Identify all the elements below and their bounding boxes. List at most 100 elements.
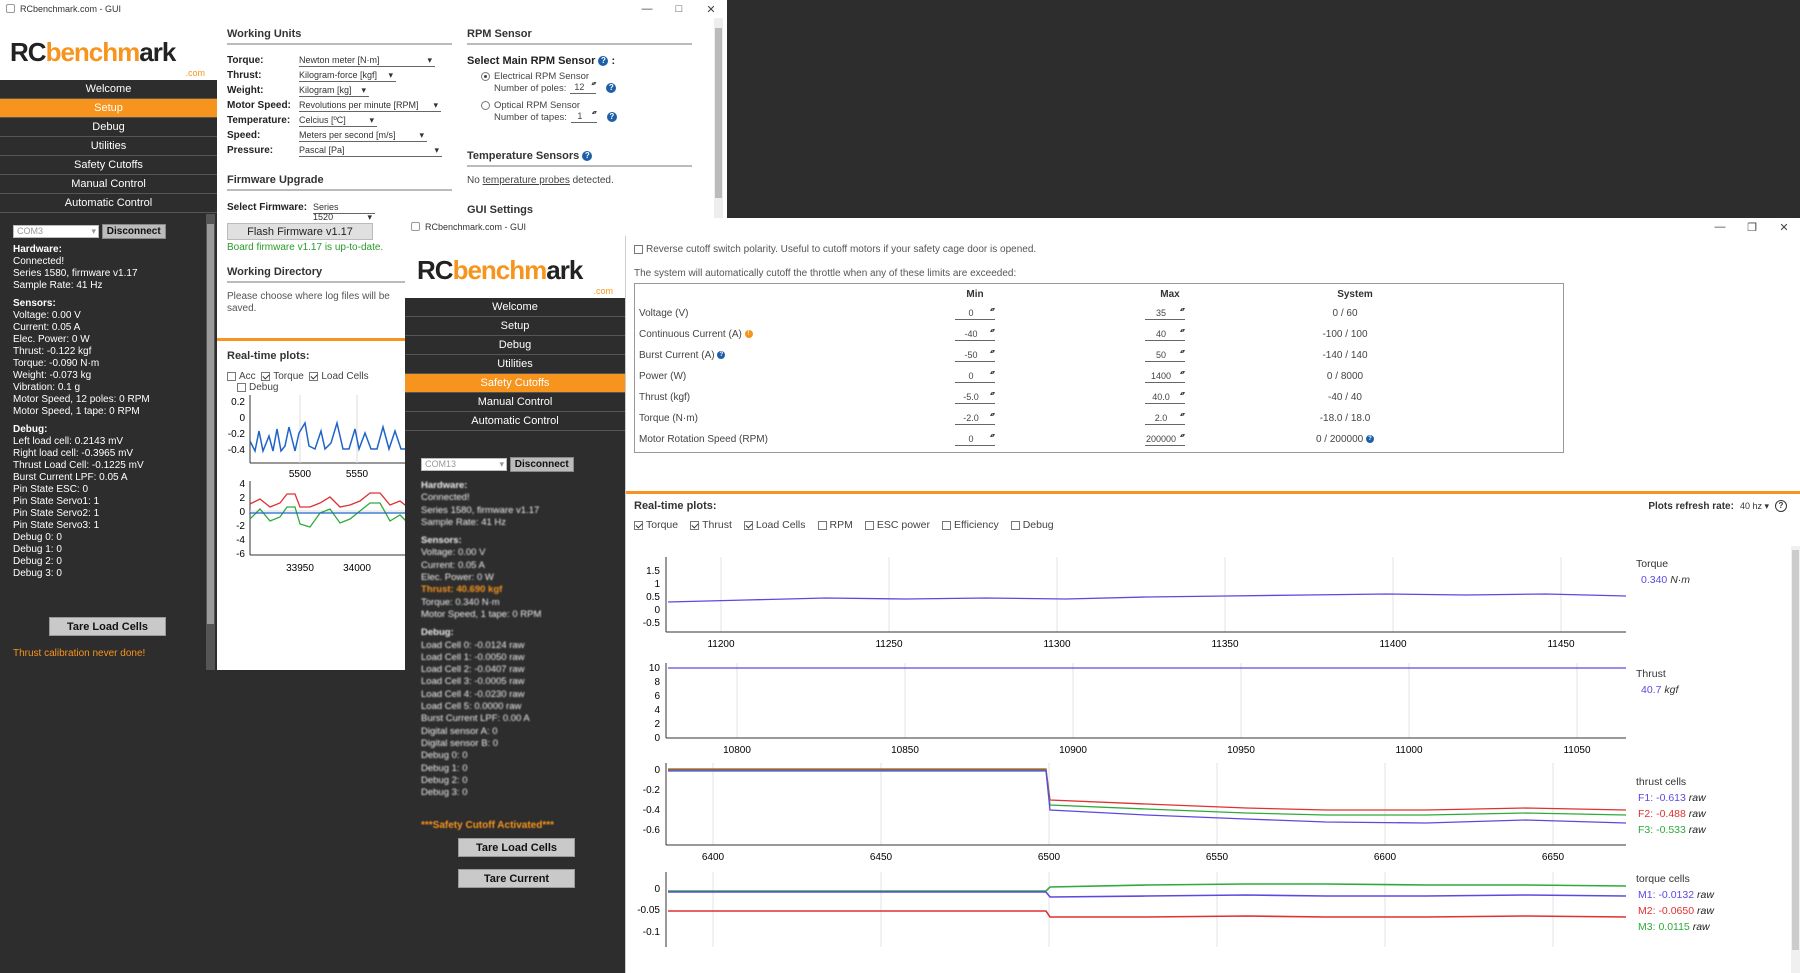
nav-automatic-control[interactable]: Automatic Control <box>0 194 217 213</box>
nav-utilities[interactable]: Utilities <box>405 355 625 374</box>
nav-safety-cutoffs[interactable]: Safety Cutoffs <box>0 156 217 175</box>
minimize-icon[interactable]: — <box>631 0 663 18</box>
y-tick: -0.4 <box>228 445 246 456</box>
pressure-unit-select[interactable]: Pascal [Pa] ▾ <box>299 145 442 157</box>
f1-line <box>668 770 1626 824</box>
thrust-checkbox[interactable]: Thrust <box>690 519 732 531</box>
help-icon[interactable]: ? <box>598 56 609 67</box>
port-select[interactable]: COM13 ▾ <box>421 458 507 471</box>
tare-load-cells-button[interactable]: Tare Load Cells <box>458 838 575 857</box>
weight-unit-select[interactable]: Kilogram [kg] ▾ <box>299 85 369 97</box>
thrust-unit-select[interactable]: Kilogram-force [kgf] ▾ <box>299 70 396 82</box>
nav-safety-cutoffs[interactable]: Safety Cutoffs <box>405 374 625 393</box>
temperature-unit-select[interactable]: Celcius [ºC] ▾ <box>299 115 377 127</box>
tapes-spinner[interactable]: 1 <box>570 110 597 123</box>
cutoff-min-spinner[interactable]: -2.0 <box>955 412 995 425</box>
acc-checkbox[interactable]: Acc <box>227 371 256 382</box>
cutoff-min-spinner[interactable]: 0 <box>955 433 995 446</box>
nav-manual-control[interactable]: Manual Control <box>405 393 625 412</box>
help-icon[interactable]: ? <box>582 151 593 162</box>
reverse-polarity-option[interactable]: Reverse cutoff switch polarity. Useful t… <box>634 244 1036 255</box>
cutoff-max-spinner[interactable]: 2.0 <box>1145 412 1185 425</box>
x-tick: 6650 <box>1542 852 1565 863</box>
close-icon[interactable]: ✕ <box>1768 218 1800 236</box>
minimize-icon[interactable]: — <box>1704 218 1736 236</box>
nav-setup[interactable]: Setup <box>0 99 217 118</box>
cutoff-min-spinner[interactable]: 0 <box>955 370 995 383</box>
x-tick: 11250 <box>875 639 903 650</box>
safety-content: Reverse cutoff switch polarity. Useful t… <box>625 236 1800 973</box>
nav-automatic-control[interactable]: Automatic Control <box>405 412 625 431</box>
cutoff-min-spinner[interactable]: 0 <box>955 307 995 320</box>
y-tick: 1.5 <box>646 566 660 577</box>
help-icon[interactable]: ? <box>717 351 726 360</box>
esc-power-checkbox[interactable]: ESC power <box>864 519 930 531</box>
info-icon[interactable]: ? <box>1775 500 1787 512</box>
y-tick: -0.2 <box>228 429 246 440</box>
workdir-text: Please choose where log files will be sa… <box>227 291 390 314</box>
motor-speed-unit-select[interactable]: Revolutions per minute [RPM] ▾ <box>299 100 441 112</box>
cutoff-row: Power (W) 0 1400 0 / 8000 <box>635 366 1565 387</box>
content-scrollbar[interactable] <box>714 18 723 218</box>
close-icon[interactable]: ✕ <box>695 0 727 18</box>
flash-firmware-button[interactable]: Flash Firmware v1.17 <box>227 223 373 240</box>
cutoff-max-spinner[interactable]: 200000 <box>1145 433 1185 446</box>
port-select[interactable]: COM3 ▾ <box>13 225 99 238</box>
nav-debug[interactable]: Debug <box>0 118 217 137</box>
load-cells-checkbox[interactable]: Load Cells <box>743 519 806 531</box>
nav-setup[interactable]: Setup <box>405 317 625 336</box>
debug-checkbox[interactable]: Debug <box>1010 519 1054 531</box>
plots-scrollbar[interactable] <box>1791 546 1800 973</box>
nav-welcome[interactable]: Welcome <box>0 80 217 99</box>
nav-utilities[interactable]: Utilities <box>0 137 217 156</box>
firmware-select[interactable]: Series 1520 ▾ <box>313 202 376 222</box>
nav-welcome[interactable]: Welcome <box>405 298 625 317</box>
load-cells-checkbox[interactable]: Load Cells <box>309 371 369 382</box>
optical-rpm-radio[interactable] <box>481 100 490 110</box>
x-tick: 10800 <box>723 745 751 756</box>
x-tick: 11450 <box>1547 639 1575 650</box>
help-icon[interactable]: ? <box>1366 435 1375 444</box>
cutoff-max-spinner[interactable]: 35 <box>1145 307 1185 320</box>
help-icon[interactable]: ? <box>606 83 617 93</box>
sidebar-scrollbar[interactable] <box>206 214 215 670</box>
titlebar: RCbenchmark.com - GUI — □ ✕ <box>0 0 727 18</box>
x-tick: 11350 <box>1211 639 1239 650</box>
y-tick: -0.1 <box>643 927 661 938</box>
warning-icon[interactable]: ! <box>744 330 753 339</box>
status-info-blurred: Hardware: Connected! Series 1580, firmware… <box>421 480 542 799</box>
cutoff-row: Burst Current (A) ? -50 50 -140 / 140 <box>635 345 1565 366</box>
cutoff-system-range: -40 / 40 <box>1328 392 1362 403</box>
cutoff-row: Motor Rotation Speed (RPM) 0 200000 0 / 200… <box>635 429 1565 450</box>
thrust-cells-plot: 0 -0.2 -0.4 -0.6 6400 6450 6500 6550 660… <box>643 763 1626 863</box>
nav-manual-control[interactable]: Manual Control <box>0 175 217 194</box>
cutoff-max-spinner[interactable]: 50 <box>1145 349 1185 362</box>
cutoff-max-spinner[interactable]: 40 <box>1145 328 1185 341</box>
cutoff-max-spinner[interactable]: 1400 <box>1145 370 1185 383</box>
temperature-probes-link[interactable]: temperature probes <box>483 175 570 186</box>
refresh-rate-select[interactable]: 40 hz ▾ <box>1740 501 1769 512</box>
disconnect-button[interactable]: Disconnect <box>509 457 574 472</box>
disconnect-button[interactable]: Disconnect <box>101 224 166 239</box>
poles-spinner[interactable]: 12 <box>570 81 597 94</box>
nav-debug[interactable]: Debug <box>405 336 625 355</box>
x-tick: 11050 <box>1563 745 1591 756</box>
electrical-rpm-radio[interactable] <box>481 71 490 81</box>
auto-cutoff-text: The system will automatically cutoff the… <box>634 268 1017 279</box>
efficiency-checkbox[interactable]: Efficiency <box>941 519 999 531</box>
torque-checkbox[interactable]: Torque <box>634 519 678 531</box>
cutoff-min-spinner[interactable]: -50 <box>955 349 995 362</box>
cutoff-max-spinner[interactable]: 40.0 <box>1145 391 1185 404</box>
tare-load-cells-button[interactable]: Tare Load Cells <box>49 617 166 636</box>
tare-current-button[interactable]: Tare Current <box>458 869 575 888</box>
cutoff-min-spinner[interactable]: -40 <box>955 328 995 341</box>
restore-icon[interactable]: ❐ <box>1736 218 1768 236</box>
help-icon[interactable]: ? <box>606 112 617 122</box>
torque-checkbox[interactable]: Torque <box>261 371 304 382</box>
torque-unit-select[interactable]: Newton meter [N·m] ▾ <box>299 55 435 67</box>
cutoff-min-spinner[interactable]: -5.0 <box>955 391 995 404</box>
maximize-icon[interactable]: □ <box>663 0 695 18</box>
rpm-checkbox[interactable]: RPM <box>817 519 853 531</box>
speed-unit-select[interactable]: Meters per second [m/s] ▾ <box>299 130 427 142</box>
torque-legend: Torque 0.340 N·m <box>1636 558 1691 586</box>
